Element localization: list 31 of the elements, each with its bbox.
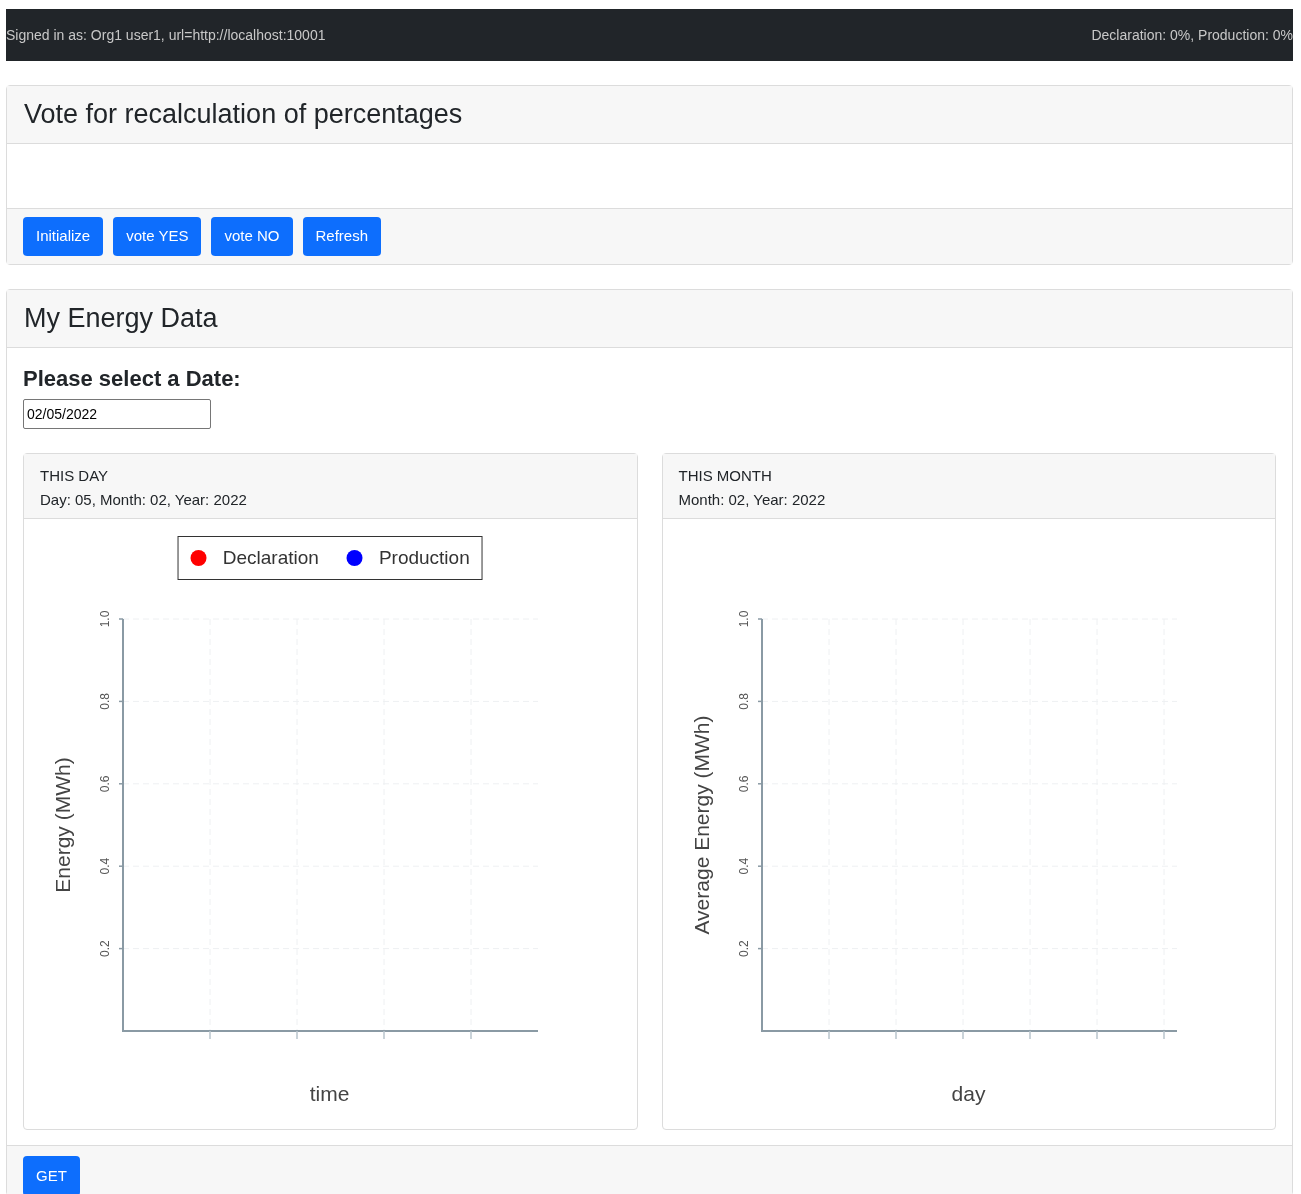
y-tick-label: 0.4 <box>98 857 113 875</box>
y-tick-label: 0.6 <box>736 775 751 793</box>
chart-title: THIS MONTH <box>678 466 773 486</box>
signed-in-text: Signed in as: Org1 user1, url=http://localhost:10001 <box>6 25 326 45</box>
action-button[interactable]: Refresh <box>302 217 382 256</box>
card-title: My Energy Data <box>24 302 218 336</box>
action-button[interactable]: Initialize <box>23 217 104 256</box>
y-tick-label: 0.6 <box>98 775 113 793</box>
legend-label: Production <box>378 545 470 570</box>
x-axis-label: day <box>951 1082 985 1105</box>
y-tick-label: 1.0 <box>736 610 751 628</box>
y-tick-label: 0.2 <box>736 940 751 957</box>
card-title: Vote for recalculation of percentages <box>24 98 463 132</box>
y-axis-label: Average Energy (MWh) <box>689 715 713 935</box>
y-tick-label: 0.8 <box>736 693 751 710</box>
chart-title: THIS DAY <box>40 466 110 486</box>
x-axis-label: time <box>309 1082 350 1105</box>
y-tick-label: 0.8 <box>98 693 113 710</box>
y-tick-label: 1.0 <box>98 610 113 628</box>
date-field[interactable]: 02/05/2022 <box>23 399 211 429</box>
get-button[interactable]: GET <box>23 1156 80 1194</box>
y-tick-label: 0.4 <box>736 857 751 875</box>
legend-label: Declaration <box>222 545 319 570</box>
status-text: Declaration: 0%, Production: 0% <box>1091 25 1293 45</box>
action-button[interactable]: vote NO <box>211 217 293 256</box>
date-label: Please select a Date: <box>23 365 242 393</box>
y-axis-label: Energy (MWh) <box>51 757 74 893</box>
y-tick-label: 0.2 <box>98 940 113 957</box>
action-button[interactable]: vote YES <box>113 217 202 256</box>
chart-subtitle: Month: 02, Year: 2022 <box>678 490 827 510</box>
chart-subtitle: Day: 05, Month: 02, Year: 2022 <box>40 490 248 510</box>
